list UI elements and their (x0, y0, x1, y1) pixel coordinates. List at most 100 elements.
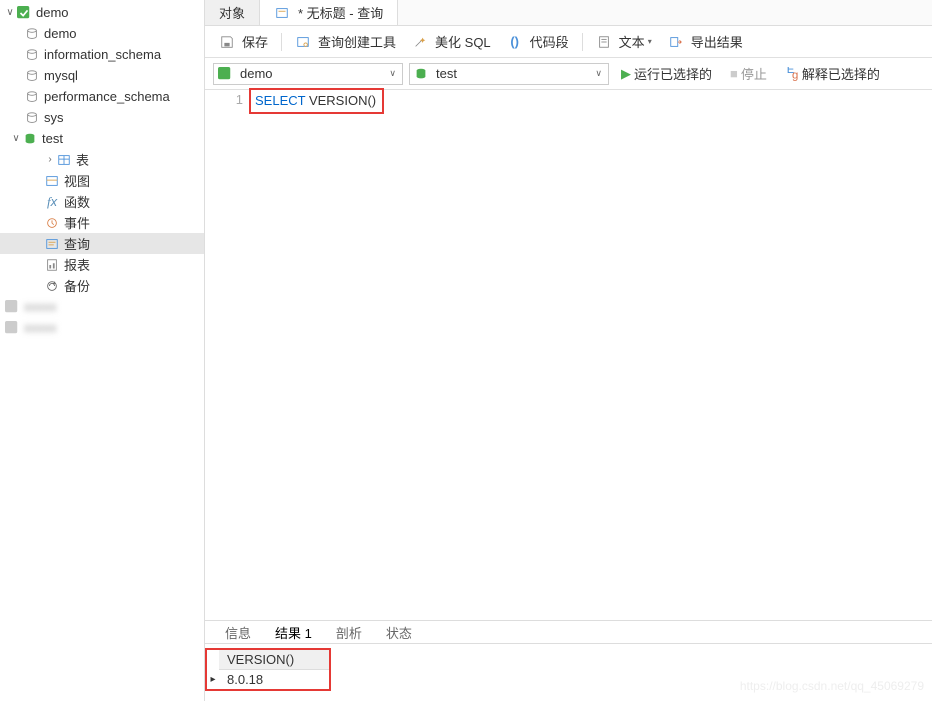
tab-object[interactable]: 对象 (205, 0, 260, 25)
connection-root[interactable]: ∨ demo (0, 2, 204, 23)
dropdown-value: demo (236, 66, 383, 81)
explain-icon: Eg (785, 67, 799, 81)
db-label: test (42, 131, 63, 146)
document-tabs: 对象 * 无标题 - 查询 (205, 0, 932, 26)
node-label: 备份 (64, 276, 90, 295)
database-icon (24, 110, 40, 126)
backup-icon (44, 278, 60, 294)
result-cell[interactable]: 8.0.18 (219, 670, 329, 689)
node-label: 事件 (64, 213, 90, 232)
text-icon (596, 34, 612, 50)
query-builder-button[interactable]: 查询创建工具 (289, 30, 402, 53)
node-label: 表 (76, 150, 89, 169)
export-button[interactable]: 导出结果 (662, 30, 749, 53)
connection-bar: demo ∨ test ∨ ▶ 运行已选择的 ■ 停止 Eg 解释已选择的 (205, 58, 932, 90)
tab-result[interactable]: 结果 1 (263, 621, 324, 643)
function-icon: fx (44, 194, 60, 210)
reports-node[interactable]: 报表 (0, 254, 204, 275)
db-label: sys (44, 110, 64, 125)
events-node[interactable]: 事件 (0, 212, 204, 233)
button-label: 保存 (242, 32, 268, 51)
svg-text:g: g (792, 69, 798, 81)
chevron-down-icon: ▾ (648, 37, 652, 46)
queries-node[interactable]: 查询 (0, 233, 204, 254)
builder-icon (295, 34, 311, 50)
connection-item[interactable]: xxxxx (0, 296, 204, 317)
button-label: 文本 (619, 32, 645, 51)
clock-icon (44, 215, 60, 231)
tab-status[interactable]: 状态 (374, 621, 424, 643)
run-button[interactable]: ▶ 运行已选择的 (615, 62, 718, 85)
tab-label: * 无标题 - 查询 (298, 3, 383, 22)
connection-icon (214, 67, 236, 81)
save-button[interactable]: 保存 (213, 30, 274, 53)
beautify-button[interactable]: 美化 SQL (406, 30, 497, 53)
database-dropdown[interactable]: test ∨ (409, 63, 609, 85)
sql-keyword: SELECT (255, 93, 305, 108)
stop-button: ■ 停止 (724, 62, 773, 85)
text-button[interactable]: 文本 ▾ (590, 30, 658, 53)
tab-label: 对象 (219, 3, 245, 22)
database-open-icon (22, 131, 38, 147)
export-icon (668, 34, 684, 50)
button-label: 查询创建工具 (318, 32, 396, 51)
connection-icon (16, 5, 32, 21)
watermark: https://blog.csdn.net/qq_45069279 (740, 679, 924, 693)
tab-info[interactable]: 信息 (213, 621, 263, 643)
report-icon (44, 257, 60, 273)
wand-icon (412, 34, 428, 50)
sql-text: VERSION() (305, 93, 376, 108)
chevron-down-icon: ∨ (589, 68, 608, 79)
db-label: mysql (44, 68, 78, 83)
line-gutter: 1 (205, 90, 253, 620)
query-tab-icon (274, 5, 290, 21)
connection-label: xxxxx (24, 320, 57, 335)
button-label: 运行已选择的 (634, 64, 712, 83)
query-icon (44, 236, 60, 252)
db-item[interactable]: sys (0, 107, 204, 128)
collapse-icon[interactable]: ∨ (4, 7, 16, 18)
db-item[interactable]: mysql (0, 65, 204, 86)
column-header[interactable]: VERSION() (219, 650, 329, 670)
dropdown-value: test (432, 66, 589, 81)
connection-dropdown[interactable]: demo ∨ (213, 63, 403, 85)
tab-profile[interactable]: 剖析 (324, 621, 374, 643)
database-icon (410, 67, 432, 81)
view-icon (44, 173, 60, 189)
connection-label: xxxxx (24, 299, 57, 314)
db-label: performance_schema (44, 89, 170, 104)
button-label: 停止 (741, 64, 767, 83)
backup-node[interactable]: 备份 (0, 275, 204, 296)
result-grid: VERSION() ▸ 8.0.18 https://blog.csdn.net… (205, 644, 932, 701)
db-test[interactable]: ∨ test (0, 128, 204, 149)
button-label: 美化 SQL (435, 32, 491, 51)
snippet-button[interactable]: () 代码段 (501, 30, 575, 53)
play-icon: ▶ (621, 66, 631, 82)
line-number: 1 (205, 92, 243, 107)
button-label: 导出结果 (691, 32, 743, 51)
row-marker (207, 655, 219, 666)
button-label: 代码段 (530, 32, 569, 51)
sql-editor[interactable]: 1 SELECT VERSION() (205, 90, 932, 620)
functions-node[interactable]: fx 函数 (0, 191, 204, 212)
views-node[interactable]: 视图 (0, 170, 204, 191)
db-item[interactable]: information_schema (0, 44, 204, 65)
node-label: 报表 (64, 255, 90, 274)
expand-icon[interactable]: › (44, 154, 56, 165)
chevron-down-icon: ∨ (383, 68, 402, 79)
tab-query[interactable]: * 无标题 - 查询 (260, 0, 398, 25)
query-toolbar: 保存 查询创建工具 美化 SQL () 代码段 文本 ▾ 导出结果 (205, 26, 932, 58)
highlight-box: SELECT VERSION() (249, 88, 384, 114)
collapse-icon[interactable]: ∨ (10, 133, 22, 144)
main-panel: 对象 * 无标题 - 查询 保存 查询创建工具 美化 SQL () 代码段 文本 (205, 0, 932, 701)
connection-item[interactable]: xxxxx (0, 317, 204, 338)
database-icon (24, 89, 40, 105)
explain-button[interactable]: Eg 解释已选择的 (779, 62, 886, 85)
current-row-icon: ▸ (207, 674, 219, 685)
db-item[interactable]: demo (0, 23, 204, 44)
tables-node[interactable]: › 表 (0, 149, 204, 170)
code-area[interactable]: SELECT VERSION() (253, 90, 932, 620)
database-icon (24, 47, 40, 63)
separator (281, 33, 282, 51)
db-item[interactable]: performance_schema (0, 86, 204, 107)
